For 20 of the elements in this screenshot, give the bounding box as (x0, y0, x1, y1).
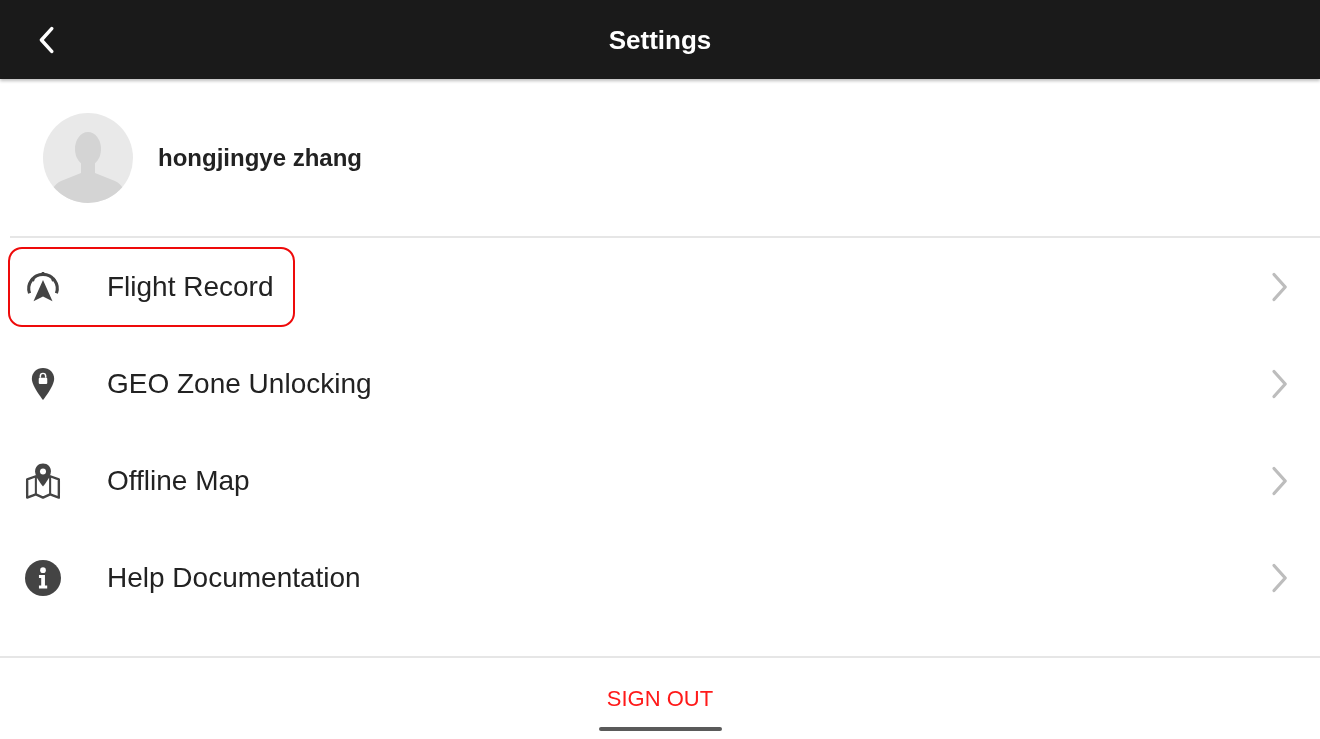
chevron-right-icon (1270, 465, 1288, 496)
map-pin-icon (24, 461, 62, 500)
menu-row[interactable]: Flight Record (0, 238, 1320, 335)
menu-row[interactable]: GEO Zone Unlocking (0, 335, 1320, 432)
menu-label: Offline Map (107, 463, 250, 498)
menu-label: Help Documentation (107, 560, 361, 595)
sign-out-button[interactable]: SIGN OUT (606, 688, 714, 710)
chevron-right-icon (1270, 562, 1288, 593)
menu-label: GEO Zone Unlocking (107, 366, 372, 401)
menu-row[interactable]: Offline Map (0, 432, 1320, 529)
menu-label: Flight Record (107, 269, 274, 304)
info-icon (25, 559, 61, 596)
page-title: Settings (608, 26, 712, 53)
chevron-right-icon (1270, 368, 1288, 399)
avatar-silhouette-icon (43, 112, 133, 203)
menu-row[interactable]: Help Documentation (0, 529, 1320, 626)
lock-pin-icon (30, 366, 56, 401)
user-name: hongjingye zhang (158, 142, 362, 173)
back-icon (38, 24, 54, 55)
chevron-right-icon (1270, 271, 1288, 302)
